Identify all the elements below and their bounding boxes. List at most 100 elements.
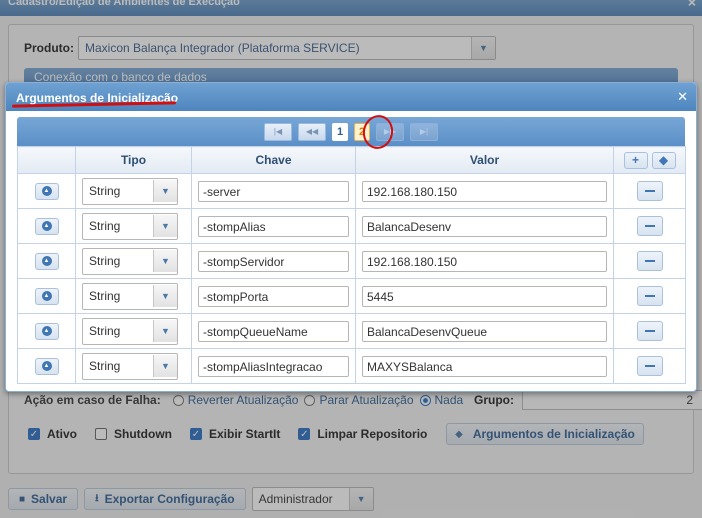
modal-titlebar: Argumentos de Inicialização ✕ [6, 83, 696, 111]
remove-cell [613, 208, 686, 244]
minus-icon [644, 295, 655, 297]
tag-icon[interactable]: ◆ [651, 151, 676, 169]
minus-icon [644, 260, 655, 262]
arrow-up-icon: ▲ [41, 186, 52, 196]
tipo-cell: String ▼ [75, 243, 192, 279]
header-move [17, 146, 76, 174]
chevron-down-icon: ▼ [153, 320, 177, 342]
remove-row-button[interactable] [636, 251, 663, 271]
valor-input[interactable]: 192.168.180.150 [362, 180, 607, 202]
remove-cell [613, 278, 686, 314]
arrow-up-icon: ▲ [41, 291, 52, 301]
tipo-select[interactable]: String ▼ [82, 352, 178, 380]
move-cell: ▲ [17, 208, 76, 244]
chave-cell: -stompServidor [191, 243, 356, 279]
move-up-button[interactable]: ▲ [34, 322, 59, 340]
remove-row-button[interactable] [636, 286, 663, 306]
arguments-table: Tipo Chave Valor + ◆ ▲ String ▼ -server 192.… [17, 146, 686, 384]
chevron-down-icon: ▼ [153, 250, 177, 272]
chave-input[interactable]: -stompAliasIntegracao [198, 355, 349, 377]
arrow-up-icon: ▲ [41, 256, 52, 266]
tipo-select[interactable]: String ▼ [82, 282, 178, 310]
move-up-button[interactable]: ▲ [34, 252, 59, 270]
move-cell: ▲ [17, 173, 76, 209]
move-cell: ▲ [17, 243, 76, 279]
valor-input[interactable]: BalancaDesenvQueue [362, 320, 607, 342]
remove-row-button[interactable] [636, 216, 663, 236]
header-valor: Valor [355, 146, 614, 174]
annotation-circle [359, 112, 397, 152]
chevron-down-icon: ▼ [153, 180, 177, 202]
valor-input[interactable]: 5445 [362, 285, 607, 307]
table-row: ▲ String ▼ -stompServidor 192.168.180.150 [17, 243, 686, 279]
tipo-value: String [89, 324, 121, 338]
chave-input[interactable]: -server [198, 180, 349, 202]
valor-cell: 192.168.180.150 [355, 173, 614, 209]
header-tipo: Tipo [75, 146, 192, 174]
tipo-select[interactable]: String ▼ [82, 177, 178, 205]
tipo-cell: String ▼ [75, 208, 192, 244]
remove-cell [613, 313, 686, 349]
valor-cell: 5445 [355, 278, 614, 314]
tipo-cell: String ▼ [75, 348, 192, 384]
move-up-button[interactable]: ▲ [34, 357, 59, 375]
arrow-up-icon: ▲ [41, 326, 52, 336]
remove-row-button[interactable] [636, 356, 663, 376]
chave-cell: -stompAlias [191, 208, 356, 244]
close-icon[interactable]: ✕ [677, 89, 688, 105]
add-row-icon[interactable]: + [623, 151, 648, 169]
move-cell: ▲ [17, 348, 76, 384]
table-row: ▲ String ▼ -stompPorta 5445 [17, 278, 686, 314]
chave-cell: -stompAliasIntegracao [191, 348, 356, 384]
tipo-value: String [89, 289, 121, 303]
move-cell: ▲ [17, 313, 76, 349]
minus-icon [644, 190, 655, 192]
chave-input[interactable]: -stompServidor [198, 250, 349, 272]
move-up-button[interactable]: ▲ [34, 182, 59, 200]
table-row: ▲ String ▼ -stompAliasIntegracao MAXYSBalanc… [17, 348, 686, 384]
tipo-select[interactable]: String ▼ [82, 212, 178, 240]
tipo-cell: String ▼ [75, 278, 192, 314]
pagination-bar: |◀ ◀◀ 1 2 ▶▶ ▶| [17, 112, 685, 152]
table-row: ▲ String ▼ -server 192.168.180.150 [17, 173, 686, 209]
valor-input[interactable]: 192.168.180.150 [362, 250, 607, 272]
tipo-value: String [89, 359, 121, 373]
chevron-down-icon: ▼ [153, 285, 177, 307]
valor-input[interactable]: BalancaDesenv [362, 215, 607, 237]
first-page-icon[interactable]: |◀ [264, 122, 292, 141]
remove-cell [613, 173, 686, 209]
chave-input[interactable]: -stompQueueName [198, 320, 349, 342]
last-page-icon[interactable]: ▶| [410, 122, 438, 141]
chave-input[interactable]: -stompAlias [198, 215, 349, 237]
remove-row-button[interactable] [636, 321, 663, 341]
arrow-up-icon: ▲ [41, 361, 52, 371]
tipo-select[interactable]: String ▼ [82, 317, 178, 345]
header-chave: Chave [191, 146, 356, 174]
table-header-row: Tipo Chave Valor + ◆ [17, 146, 686, 174]
move-up-button[interactable]: ▲ [34, 287, 59, 305]
argumentos-modal: Argumentos de Inicialização ✕ |◀ ◀◀ 1 2 … [5, 82, 697, 392]
tipo-value: String [89, 219, 121, 233]
chevron-down-icon: ▼ [153, 355, 177, 377]
tipo-select[interactable]: String ▼ [82, 247, 178, 275]
valor-input[interactable]: MAXYSBalanca [362, 355, 607, 377]
valor-cell: 192.168.180.150 [355, 243, 614, 279]
chave-input[interactable]: -stompPorta [198, 285, 349, 307]
page-1-button[interactable]: 1 [332, 122, 348, 141]
tipo-value: String [89, 184, 121, 198]
remove-row-button[interactable] [636, 181, 663, 201]
remove-cell [613, 348, 686, 384]
table-row: ▲ String ▼ -stompQueueName BalancaDesenvQueu… [17, 313, 686, 349]
minus-icon [644, 225, 655, 227]
remove-cell [613, 243, 686, 279]
chave-cell: -stompPorta [191, 278, 356, 314]
table-row: ▲ String ▼ -stompAlias BalancaDesenv [17, 208, 686, 244]
minus-icon [644, 330, 655, 332]
prev-page-icon[interactable]: ◀◀ [298, 122, 326, 141]
chevron-down-icon: ▼ [153, 215, 177, 237]
tipo-cell: String ▼ [75, 173, 192, 209]
tipo-value: String [89, 254, 121, 268]
arguments-grid: |◀ ◀◀ 1 2 ▶▶ ▶| Tipo Chave Valor + ◆ ▲ S… [17, 112, 686, 384]
move-up-button[interactable]: ▲ [34, 217, 59, 235]
chave-cell: -server [191, 173, 356, 209]
